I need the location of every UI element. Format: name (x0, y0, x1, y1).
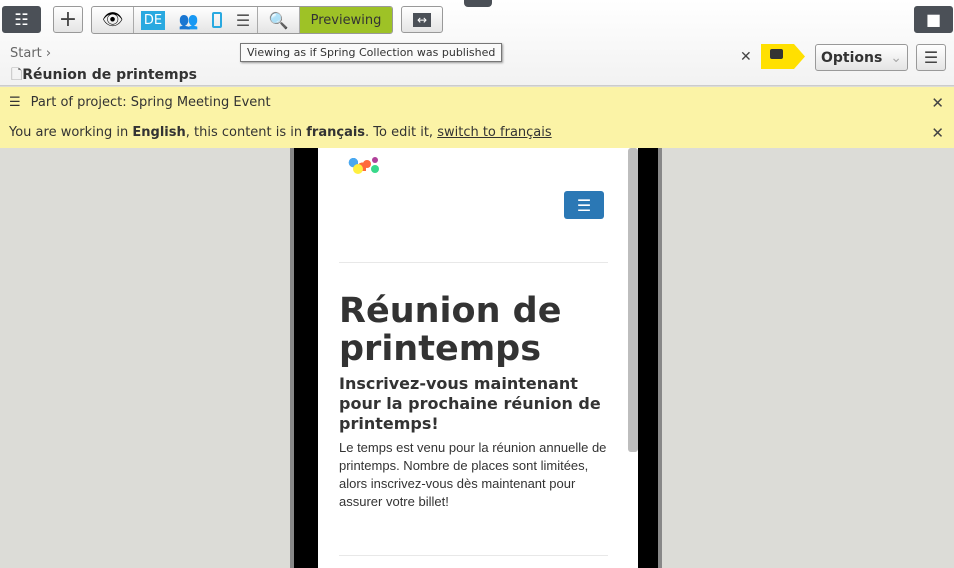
top-toolbar: ☷ + 👁 DE 👥 ☰ 🔍 Previewing ↔ ■ Start › 🗋R… (0, 0, 954, 86)
toggle-width-button[interactable]: ↔ (401, 6, 443, 33)
pin-icon[interactable]: ✕ (740, 49, 752, 65)
folder-icon: ■ (925, 10, 942, 29)
magnifier-icon: 🔍 (268, 10, 289, 30)
previewing-button[interactable]: Previewing (300, 7, 392, 33)
page-title: 🗋Réunion de printemps (11, 67, 197, 83)
scrollbar[interactable] (628, 148, 638, 452)
content-body: Le temps est venu pour la réunion annuel… (339, 440, 607, 509)
project-banner: ☰ Part of project: Spring Meeting Event ✕ (0, 87, 954, 118)
compare-button[interactable]: 🔍 (258, 7, 300, 33)
navigation-tree-button[interactable]: ☷ (2, 6, 41, 33)
hamburger-icon: ☰ (576, 195, 592, 215)
tooltip: Viewing as if Spring Collection was publ… (240, 43, 503, 62)
breadcrumb-start[interactable]: Start (10, 46, 42, 61)
switch-language-link[interactable]: switch to français (437, 125, 551, 140)
language-banner: You are working in English, this content… (0, 117, 954, 148)
preview-eye-button[interactable]: 👁 (92, 7, 134, 33)
divider (339, 262, 608, 263)
mobile-device-icon[interactable] (212, 12, 223, 28)
add-button[interactable]: + (53, 6, 83, 33)
visitor-group-icon[interactable]: 👥 (179, 11, 199, 30)
comments-button[interactable] (761, 44, 805, 69)
language-button[interactable]: DE (140, 10, 166, 30)
breadcrumb: Start › (10, 46, 52, 61)
list-icon: ☰ (923, 48, 939, 67)
close-icon[interactable]: ✕ (931, 124, 944, 142)
plus-icon: + (58, 7, 78, 32)
collapse-tab[interactable] (464, 0, 492, 7)
options-button[interactable]: Options ⌄ (815, 44, 908, 71)
arrows-horizontal-icon: ↔ (412, 12, 432, 27)
site-logo (345, 156, 385, 176)
list-view-button[interactable]: ☰ (916, 44, 946, 71)
divider (339, 555, 608, 556)
project-stack-icon[interactable]: ☰ (236, 11, 250, 30)
page-icon: 🗋 (11, 67, 23, 83)
assets-folder-button[interactable]: ■ (914, 6, 953, 33)
comment-icon (770, 49, 783, 59)
eye-icon: 👁 (101, 10, 124, 30)
project-icon: ☰ (9, 95, 21, 110)
close-icon[interactable]: ✕ (931, 94, 944, 112)
view-toggle-group: 👁 DE 👥 ☰ 🔍 Previewing (91, 6, 393, 34)
content-subheading: Inscrivez-vous maintenant pour la procha… (339, 374, 601, 433)
content-heading: Réunion de printemps (339, 291, 562, 369)
tree-icon: ☷ (14, 10, 29, 29)
mobile-menu-button[interactable]: ☰ (564, 191, 604, 219)
chevron-down-icon: ⌄ (890, 49, 903, 66)
